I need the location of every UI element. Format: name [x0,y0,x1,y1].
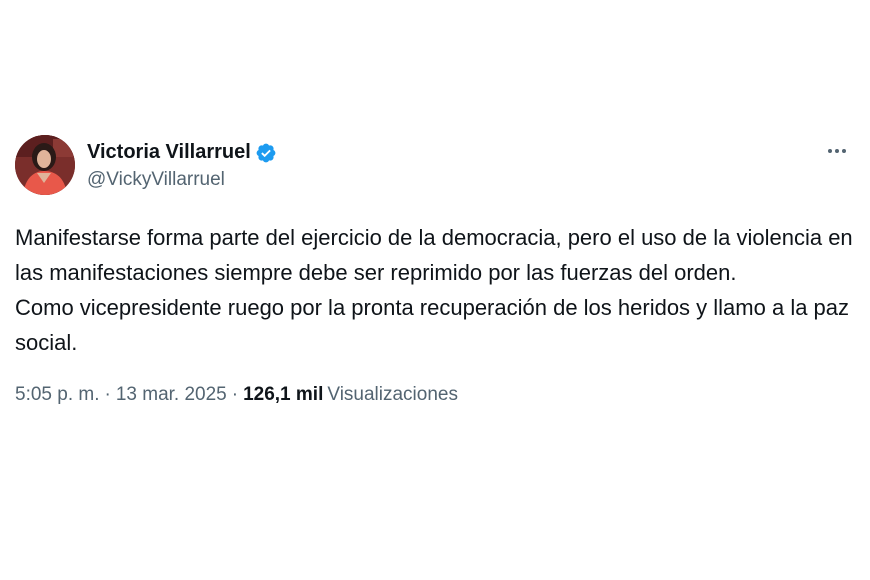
more-dot [835,149,839,153]
avatar[interactable] [15,135,75,195]
meta-separator: · [231,384,239,405]
author-handle[interactable]: @VickyVillarruel [87,169,277,191]
more-dot [828,149,832,153]
tweet-paragraph: Como vicepresidente ruego por la pronta … [15,295,850,355]
display-name[interactable]: Victoria Villarruel [87,141,251,164]
name-row: Victoria Villarruel [87,140,277,166]
views-label[interactable]: Visualizaciones [327,384,458,406]
tweet-time[interactable]: 5:05 p. m. [15,384,100,406]
views-count[interactable]: 126,1 mil [243,384,323,406]
tweet-date[interactable]: 13 mar. 2025 [116,384,227,406]
more-options-icon[interactable] [821,140,853,162]
tweet-header: Victoria Villarruel @VickyVillarruel [15,134,855,196]
author-names: Victoria Villarruel @VickyVillarruel [87,140,277,191]
avatar-photo [15,135,75,195]
meta-separator: · [104,384,111,405]
tweet-paragraph: Manifestarse forma parte del ejercicio d… [15,225,853,285]
tweet-text: Manifestarse forma parte del ejercicio d… [15,220,855,360]
verified-badge-icon[interactable] [255,142,277,164]
more-dot [842,149,846,153]
tweet-meta: 5:05 p. m. · 13 mar. 2025 · 126,1 mil Vi… [15,384,855,406]
tweet-card: Victoria Villarruel @VickyVillarruel Man… [15,134,855,406]
